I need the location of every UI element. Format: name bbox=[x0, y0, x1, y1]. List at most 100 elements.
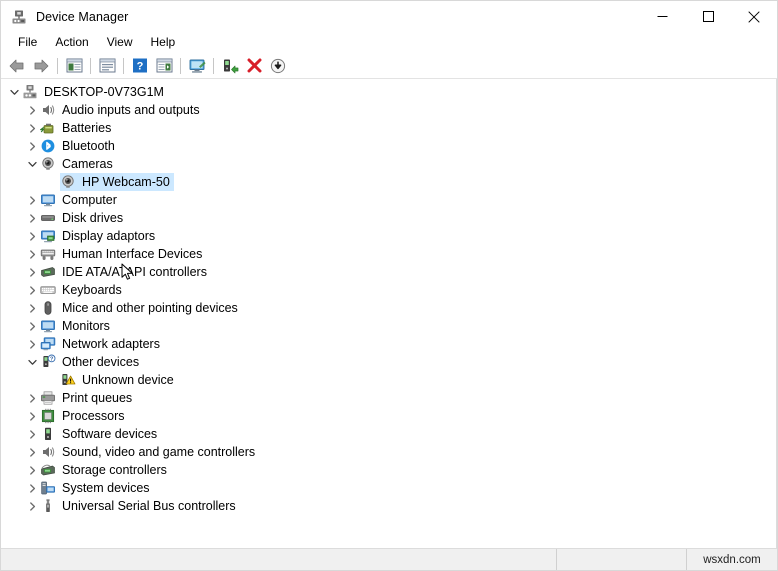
device-tree[interactable]: DESKTOP-0V73G1M Audio inputs and outputs bbox=[1, 79, 777, 548]
tree-item-disk-drives[interactable]: Disk drives bbox=[1, 209, 776, 227]
back-arrow-icon bbox=[9, 59, 24, 72]
disable-device-button[interactable] bbox=[266, 55, 290, 77]
tree-item-display-adaptors[interactable]: Display adaptors bbox=[1, 227, 776, 245]
tree-item-keyboards[interactable]: Keyboards bbox=[1, 281, 776, 299]
tree-item-network-adapters[interactable]: Network adapters bbox=[1, 335, 776, 353]
chevron-right-icon[interactable] bbox=[24, 389, 40, 407]
speaker-icon bbox=[40, 102, 56, 118]
chevron-right-icon[interactable] bbox=[24, 101, 40, 119]
mouse-icon bbox=[40, 300, 56, 316]
chevron-right-icon[interactable] bbox=[24, 461, 40, 479]
speaker-icon bbox=[40, 444, 56, 460]
disk-drive-icon bbox=[40, 210, 56, 226]
minimize-button[interactable] bbox=[639, 1, 685, 32]
chevron-down-icon[interactable] bbox=[24, 155, 40, 173]
tree-item-universal-serial-bus-controllers[interactable]: Universal Serial Bus controllers bbox=[1, 497, 776, 515]
help-button[interactable]: ? bbox=[128, 55, 152, 77]
toolbar: ? bbox=[1, 53, 777, 79]
svg-text:?: ? bbox=[50, 357, 54, 363]
usb-icon bbox=[40, 498, 56, 514]
tree-item-print-queues[interactable]: Print queues bbox=[1, 389, 776, 407]
chevron-right-icon[interactable] bbox=[24, 245, 40, 263]
tree-item-label: Processors bbox=[62, 409, 125, 423]
chevron-right-icon[interactable] bbox=[24, 137, 40, 155]
tree-item-label: Disk drives bbox=[62, 211, 124, 225]
tree-item-audio-inputs-and-outputs[interactable]: Audio inputs and outputs bbox=[1, 101, 776, 119]
tree-item-cameras[interactable]: Cameras bbox=[1, 155, 776, 173]
chevron-right-icon[interactable] bbox=[24, 335, 40, 353]
tree-item-batteries[interactable]: Batteries bbox=[1, 119, 776, 137]
maximize-button[interactable] bbox=[685, 1, 731, 32]
tree-item-desktop-0v73g1m[interactable]: DESKTOP-0V73G1M bbox=[1, 83, 776, 101]
tree-item-hp-webcam-50[interactable]: HP Webcam-50 bbox=[1, 173, 776, 191]
properties-button[interactable] bbox=[95, 55, 119, 77]
tree-item-software-devices[interactable]: Software devices bbox=[1, 425, 776, 443]
tree-item-human-interface-devices[interactable]: Human Interface Devices bbox=[1, 245, 776, 263]
chevron-right-icon[interactable] bbox=[24, 443, 40, 461]
menu-view[interactable]: View bbox=[98, 33, 142, 52]
chevron-right-icon[interactable] bbox=[24, 119, 40, 137]
update-driver-button[interactable] bbox=[218, 55, 242, 77]
camera-icon bbox=[60, 174, 76, 190]
tree-item-computer[interactable]: Computer bbox=[1, 191, 776, 209]
software-device-icon bbox=[40, 426, 56, 442]
toolbar-separator bbox=[57, 57, 58, 74]
chevron-down-icon[interactable] bbox=[6, 83, 22, 101]
tree-item-label: DESKTOP-0V73G1M bbox=[44, 85, 164, 99]
tree-item-label: Software devices bbox=[62, 427, 158, 441]
chevron-right-icon[interactable] bbox=[24, 497, 40, 515]
menu-action[interactable]: Action bbox=[46, 33, 97, 52]
chevron-right-icon[interactable] bbox=[24, 317, 40, 335]
menu-bar: File Action View Help bbox=[1, 32, 777, 53]
tree-item-label: Sound, video and game controllers bbox=[62, 445, 256, 459]
chevron-right-icon[interactable] bbox=[24, 191, 40, 209]
printer-icon bbox=[40, 390, 56, 406]
tree-item-sound-video-and-game-controllers[interactable]: Sound, video and game controllers bbox=[1, 443, 776, 461]
scan-hardware-icon bbox=[189, 59, 205, 73]
chevron-right-icon[interactable] bbox=[24, 407, 40, 425]
chevron-right-icon[interactable] bbox=[24, 263, 40, 281]
hid-icon bbox=[40, 246, 56, 262]
device-manager-icon bbox=[11, 9, 27, 25]
title-bar: Device Manager bbox=[1, 1, 777, 32]
tree-item-processors[interactable]: Processors bbox=[1, 407, 776, 425]
chevron-right-icon[interactable] bbox=[24, 281, 40, 299]
tree-item-label: Bluetooth bbox=[62, 139, 115, 153]
content-area: DESKTOP-0V73G1M Audio inputs and outputs bbox=[1, 79, 777, 548]
chevron-right-icon[interactable] bbox=[24, 425, 40, 443]
uninstall-red-x-icon bbox=[247, 58, 261, 73]
back-button[interactable] bbox=[5, 55, 29, 77]
scan-for-hardware-changes-button[interactable] bbox=[185, 55, 209, 77]
console-tree-icon bbox=[66, 58, 82, 73]
tree-item-monitors[interactable]: Monitors bbox=[1, 317, 776, 335]
tree-item-storage-controllers[interactable]: Storage controllers bbox=[1, 461, 776, 479]
battery-icon bbox=[39, 120, 56, 136]
menu-file[interactable]: File bbox=[9, 33, 46, 52]
tree-item-label: HP Webcam-50 bbox=[82, 175, 170, 189]
show-hide-console-tree-button[interactable] bbox=[62, 55, 86, 77]
keyboard-icon bbox=[40, 282, 56, 298]
tree-item-bluetooth[interactable]: Bluetooth bbox=[1, 137, 776, 155]
chevron-right-icon[interactable] bbox=[24, 227, 40, 245]
tree-item-label: Universal Serial Bus controllers bbox=[62, 499, 236, 513]
chevron-down-icon[interactable] bbox=[24, 353, 40, 371]
uninstall-device-button[interactable] bbox=[242, 55, 266, 77]
forward-button[interactable] bbox=[29, 55, 53, 77]
tree-item-ide-ata-atapi-controllers[interactable]: IDE ATA/ATAPI controllers bbox=[1, 263, 776, 281]
chevron-right-icon[interactable] bbox=[24, 209, 40, 227]
network-adapter-icon bbox=[40, 336, 56, 352]
show-hide-action-pane-button[interactable] bbox=[152, 55, 176, 77]
camera-icon bbox=[40, 156, 56, 172]
tree-item-unknown-device[interactable]: Unknown device bbox=[1, 371, 776, 389]
menu-help[interactable]: Help bbox=[142, 33, 185, 52]
close-button[interactable] bbox=[731, 1, 777, 32]
chevron-right-icon[interactable] bbox=[24, 299, 40, 317]
tree-item-mice-and-other-pointing-devices[interactable]: Mice and other pointing devices bbox=[1, 299, 776, 317]
ide-controller-icon bbox=[40, 264, 56, 280]
tree-item-system-devices[interactable]: System devices bbox=[1, 479, 776, 497]
tree-item-label: Network adapters bbox=[62, 337, 160, 351]
toolbar-separator bbox=[123, 57, 124, 74]
chevron-right-icon[interactable] bbox=[24, 479, 40, 497]
tree-item-other-devices[interactable]: ? Other devices bbox=[1, 353, 776, 371]
unknown-device-question-icon: ? bbox=[40, 354, 56, 370]
